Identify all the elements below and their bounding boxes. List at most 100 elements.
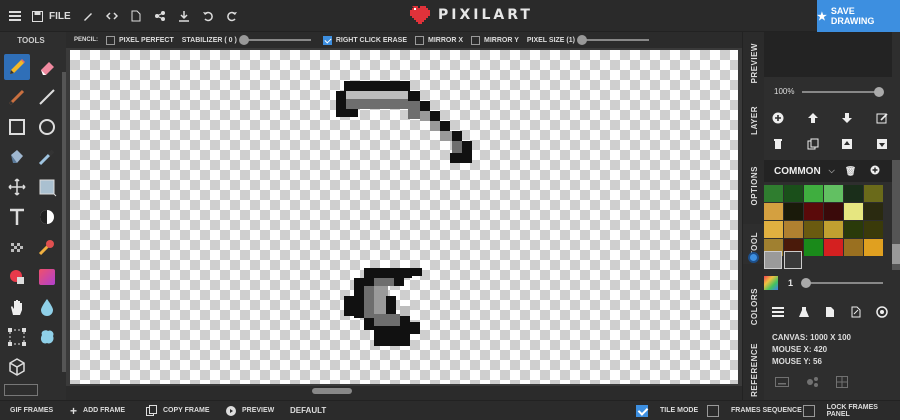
secondary-color-swatch[interactable] [784, 251, 802, 269]
palette-swatch[interactable] [864, 185, 883, 202]
merge-down-icon[interactable] [874, 136, 890, 152]
brush-size-knob[interactable] [801, 278, 812, 288]
eraser-tool-icon[interactable] [34, 54, 60, 80]
brush-line-tool-icon[interactable] [4, 84, 30, 110]
palette-swatch[interactable] [864, 203, 883, 220]
marquee-tool-icon[interactable] [4, 324, 30, 350]
code-icon[interactable] [105, 9, 119, 23]
rename-layer-icon[interactable] [874, 110, 890, 126]
drawing-canvas[interactable] [70, 50, 738, 384]
palette-name[interactable]: COMMON [774, 166, 821, 177]
stamp-tool-icon[interactable] [34, 234, 60, 260]
palette-swatch[interactable] [804, 221, 823, 238]
palette-scroll-thumb[interactable] [892, 244, 900, 264]
tab-layer[interactable]: LAYER [743, 98, 765, 142]
zoom-slider[interactable] [802, 86, 885, 97]
merge-up-icon[interactable] [839, 136, 855, 152]
pixel-perfect-checkbox[interactable] [106, 35, 115, 45]
delete-layer-icon[interactable] [770, 136, 786, 152]
palette-swatch[interactable] [784, 221, 803, 238]
line-tool-icon[interactable] [34, 84, 60, 110]
cube-tool-icon[interactable] [4, 354, 30, 380]
undo-icon[interactable] [201, 9, 215, 23]
speed-select[interactable]: DEFAULT [290, 401, 326, 420]
tab-colors[interactable]: COLORS [743, 282, 765, 332]
text-tool-icon[interactable] [4, 204, 30, 230]
tab-preview[interactable]: PREVIEW [743, 36, 765, 90]
frames-sequence-option[interactable]: FRAMES SEQUENCE [707, 401, 802, 420]
chevron-down-icon[interactable]: ⌵ [829, 166, 835, 176]
tool-settings-box[interactable] [4, 384, 38, 396]
palette-swatch[interactable] [824, 203, 843, 220]
palette-swatch[interactable] [764, 221, 783, 238]
dither-tool-icon[interactable] [4, 234, 30, 260]
file-menu-label[interactable]: FILE [49, 11, 71, 22]
drop-tool-icon[interactable] [34, 294, 60, 320]
mirror-x-checkbox[interactable] [414, 35, 424, 45]
palette-swatch[interactable] [864, 221, 883, 238]
add-palette-icon[interactable] [870, 165, 880, 178]
brush-size-slider[interactable] [801, 278, 884, 288]
palette-swatch[interactable] [844, 221, 863, 238]
download-icon[interactable] [177, 9, 191, 23]
palette-swatch[interactable] [764, 203, 783, 220]
palette-swatch[interactable] [824, 185, 843, 202]
lock-frames-panel-option[interactable]: LOCK FRAMES PANEL [803, 401, 900, 420]
duplicate-layer-icon[interactable] [805, 136, 821, 152]
mirror-y-option[interactable]: MIRROR Y [470, 35, 519, 45]
copy-frame-button[interactable]: COPY FRAME [146, 401, 210, 420]
paint-bucket-tool-icon[interactable] [4, 144, 30, 170]
move-layer-down-icon[interactable] [839, 110, 855, 126]
canvas-horizontal-scrollbar[interactable] [66, 386, 742, 396]
mirror-y-checkbox[interactable] [470, 35, 480, 45]
color-picker-tool-icon[interactable] [34, 144, 60, 170]
move-tool-icon[interactable] [4, 174, 30, 200]
canvas-scroll-thumb[interactable] [312, 388, 352, 394]
palette-scrollbar[interactable] [892, 160, 900, 270]
rectangle-tool-icon[interactable] [4, 114, 30, 140]
menu-icon[interactable] [8, 9, 22, 23]
gradient-tool-icon[interactable] [34, 264, 60, 290]
move-layer-up-icon[interactable] [805, 110, 821, 126]
palette-swatch[interactable] [824, 221, 843, 238]
primary-color-swatch[interactable] [764, 251, 782, 269]
palette-swatch[interactable] [844, 203, 863, 220]
palette-swatch[interactable] [804, 203, 823, 220]
mirror-x-option[interactable]: MIRROR X [414, 35, 463, 45]
palette-swatch[interactable] [804, 185, 823, 202]
zoom-slider-knob[interactable] [874, 86, 885, 97]
target-icon[interactable] [874, 304, 890, 320]
select-tool-icon[interactable] [34, 174, 60, 200]
tile-mode-option[interactable]: TILE MODE [636, 401, 698, 420]
pencil-tool-icon[interactable] [4, 54, 30, 80]
pixel-size-slider[interactable] [576, 35, 649, 45]
share-icon[interactable] [153, 9, 167, 23]
tab-options[interactable]: OPTIONS [743, 156, 765, 216]
pencil-edit-icon[interactable] [81, 9, 95, 23]
right-click-erase-option[interactable]: RIGHT CLICK ERASE [322, 35, 407, 45]
gradient-shape-tool-icon[interactable] [4, 264, 30, 290]
color-wheel-icon[interactable] [764, 276, 778, 290]
palette-swatch[interactable] [764, 185, 783, 202]
palette-swatch[interactable] [784, 185, 803, 202]
floppy-icon[interactable]: FILE [32, 9, 71, 23]
tab-reference[interactable]: REFERENCE [743, 340, 765, 400]
preview-frames-button[interactable]: PREVIEW [226, 401, 274, 420]
add-layer-icon[interactable] [770, 110, 786, 126]
stabilizer-slider[interactable] [238, 35, 311, 45]
frames-sequence-checkbox[interactable] [707, 404, 719, 417]
hand-tool-icon[interactable] [4, 294, 30, 320]
list-icon[interactable] [770, 304, 786, 320]
delete-palette-icon[interactable]: 🗑 [845, 166, 856, 177]
lock-frames-panel-checkbox[interactable] [803, 404, 815, 417]
pixel-perfect-option[interactable]: PIXEL PERFECT [106, 35, 174, 45]
shade-tool-icon[interactable] [34, 204, 60, 230]
save-drawing-button[interactable]: ★ SAVE DRAWING [817, 0, 900, 32]
pixel-size-slider-knob[interactable] [576, 35, 587, 45]
right-click-erase-checkbox[interactable] [322, 35, 332, 45]
document-edit-icon[interactable] [848, 304, 864, 320]
flask-icon[interactable] [796, 304, 812, 320]
document-icon[interactable] [129, 9, 143, 23]
redo-icon[interactable] [225, 9, 239, 23]
gif-frames-button[interactable]: GIF FRAMES [10, 401, 53, 420]
